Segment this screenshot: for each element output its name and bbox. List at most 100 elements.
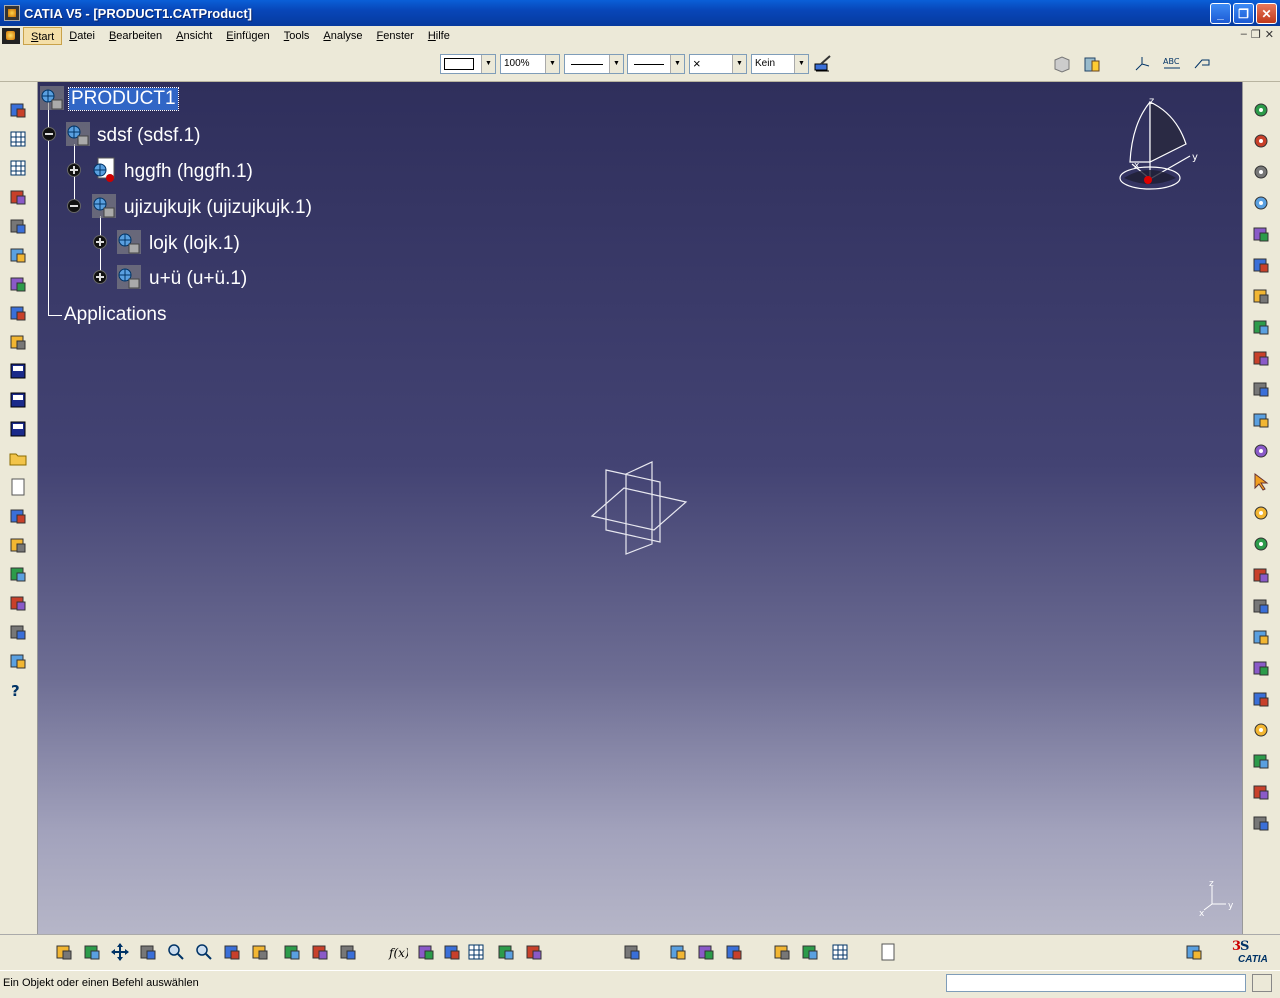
sketch-icon[interactable]: [8, 100, 28, 120]
text-abc-icon[interactable]: ABC: [1162, 54, 1182, 74]
right-tool-gear-button[interactable]: [1251, 720, 1271, 740]
chart-icon[interactable]: [524, 942, 544, 962]
print-icon[interactable]: [8, 506, 28, 526]
right-tool-gear-button[interactable]: [1251, 534, 1271, 554]
bottom-tool-table-button[interactable]: [466, 942, 486, 962]
table-icon[interactable]: [466, 942, 486, 962]
zoom-out-icon[interactable]: [194, 942, 214, 962]
bottom-tool-grid-button[interactable]: [830, 942, 850, 962]
3d-view-icon[interactable]: [1052, 54, 1072, 74]
right-tool-explode-button[interactable]: [1251, 565, 1271, 585]
product-icon[interactable]: [115, 263, 143, 291]
bottom-tool-chart-button[interactable]: [524, 942, 544, 962]
gear-icon[interactable]: [1251, 503, 1271, 523]
bottom-tool-measure-button[interactable]: [668, 942, 688, 962]
left-tool-new-doc-button[interactable]: [8, 477, 28, 497]
right-tool-pen-button[interactable]: [1251, 658, 1271, 678]
right-tool-gear-button[interactable]: [1251, 503, 1271, 523]
select-icon[interactable]: [1251, 472, 1271, 492]
pen-icon[interactable]: [1251, 658, 1271, 678]
text-icon[interactable]: [1251, 348, 1271, 368]
bottom-tool-lock-button[interactable]: [496, 942, 516, 962]
hide-icon[interactable]: [310, 942, 330, 962]
left-tool-paste-button[interactable]: [8, 593, 28, 613]
origin-planes[interactable]: [590, 458, 690, 558]
menu-start[interactable]: Start: [23, 27, 63, 45]
shading-icon[interactable]: [282, 942, 302, 962]
color-combo[interactable]: ▼: [440, 54, 496, 74]
right-tool-gear-button[interactable]: [1251, 441, 1271, 461]
bottom-tool-hide-button[interactable]: [310, 942, 330, 962]
transparency-combo[interactable]: 100% ▼: [500, 54, 560, 74]
status-button[interactable]: [1252, 974, 1272, 992]
left-tool-sketch-button[interactable]: [8, 100, 28, 120]
paste-icon[interactable]: [8, 593, 28, 613]
sun-icon[interactable]: [800, 942, 820, 962]
product-icon[interactable]: [115, 228, 143, 256]
painter-icon[interactable]: [813, 54, 833, 74]
expand-expander[interactable]: [93, 235, 107, 249]
left-tool-product-button[interactable]: [8, 216, 28, 236]
reorder-icon[interactable]: [1251, 286, 1271, 306]
tree-node-ujizujkujk[interactable]: ujizujkujk (ujizujkujk.1): [124, 197, 312, 219]
mdi-minimize-button[interactable]: –: [1241, 28, 1247, 41]
compass[interactable]: z y x: [1114, 94, 1204, 194]
box-icon[interactable]: [1251, 689, 1271, 709]
open-folder-icon[interactable]: [8, 448, 28, 468]
left-tool-analysis-button[interactable]: [8, 303, 28, 323]
components-icon[interactable]: [8, 245, 28, 265]
left-tool-ruler-button[interactable]: [8, 187, 28, 207]
measure-icon[interactable]: [668, 942, 688, 962]
bottom-tool-comment-button[interactable]: [416, 942, 436, 962]
bottom-tool-camera-button[interactable]: [772, 942, 792, 962]
analysis-icon[interactable]: [8, 303, 28, 323]
gear-icon[interactable]: [1251, 193, 1271, 213]
menu-einfuegen[interactable]: Einfügen: [219, 27, 276, 45]
left-tool-pdf-button[interactable]: [8, 361, 28, 381]
bottom-tool-book-button[interactable]: [878, 942, 898, 962]
right-tool-gear-button[interactable]: [1251, 193, 1271, 213]
catalog-icon[interactable]: [1082, 54, 1102, 74]
comment-icon[interactable]: [416, 942, 436, 962]
fix-icon[interactable]: [1251, 596, 1271, 616]
pen-icon[interactable]: [1251, 782, 1271, 802]
replace-icon[interactable]: [1251, 317, 1271, 337]
ruler-icon[interactable]: [8, 187, 28, 207]
swap-visible-icon[interactable]: [338, 942, 358, 962]
frame-icon[interactable]: [1251, 813, 1271, 833]
bottom-tool-shading-button[interactable]: [282, 942, 302, 962]
globe-icon[interactable]: [8, 332, 28, 352]
tree-node-hggfh[interactable]: hggfh (hggfh.1): [124, 161, 253, 183]
menu-hilfe[interactable]: Hilfe: [421, 27, 457, 45]
cube-icon[interactable]: [1251, 627, 1271, 647]
left-tool-v4-button[interactable]: [8, 390, 28, 410]
left-tool-help-button[interactable]: ?: [8, 680, 28, 700]
help-icon[interactable]: ?: [8, 680, 28, 700]
copy-icon[interactable]: [8, 564, 28, 584]
product-icon[interactable]: [38, 84, 66, 112]
swap-icon[interactable]: [1251, 255, 1271, 275]
tree-node-sdsf[interactable]: sdsf (sdsf.1): [97, 125, 200, 147]
gear-icon[interactable]: [1251, 720, 1271, 740]
right-tool-gear-button[interactable]: [1251, 131, 1271, 151]
document-icon[interactable]: [2, 28, 20, 44]
point-combo[interactable]: × ▼: [689, 54, 747, 74]
right-tool-anchor-button[interactable]: [1251, 751, 1271, 771]
explode-icon[interactable]: [1251, 565, 1271, 585]
left-tool-table-button[interactable]: [8, 129, 28, 149]
axis-system-icon[interactable]: [1132, 54, 1152, 74]
3d-viewport[interactable]: PRODUCT1 sdsf (sdsf.1) hggfh (hggfh.1) u…: [38, 82, 1242, 934]
bottom-tool-zoom-in-button[interactable]: [166, 942, 186, 962]
iso-view-icon[interactable]: [250, 942, 270, 962]
menu-analyse[interactable]: Analyse: [316, 27, 369, 45]
right-tool-swap-button[interactable]: [1251, 255, 1271, 275]
product-icon[interactable]: [8, 216, 28, 236]
grid-icon[interactable]: [830, 942, 850, 962]
left-tool-print-button[interactable]: [8, 506, 28, 526]
zoom-in-icon[interactable]: [166, 942, 186, 962]
tree-icon[interactable]: [1251, 379, 1271, 399]
left-tool-constraint-button[interactable]: [8, 274, 28, 294]
menu-ansicht[interactable]: Ansicht: [169, 27, 219, 45]
gear-icon[interactable]: [1251, 534, 1271, 554]
right-tool-replace-button[interactable]: [1251, 317, 1271, 337]
